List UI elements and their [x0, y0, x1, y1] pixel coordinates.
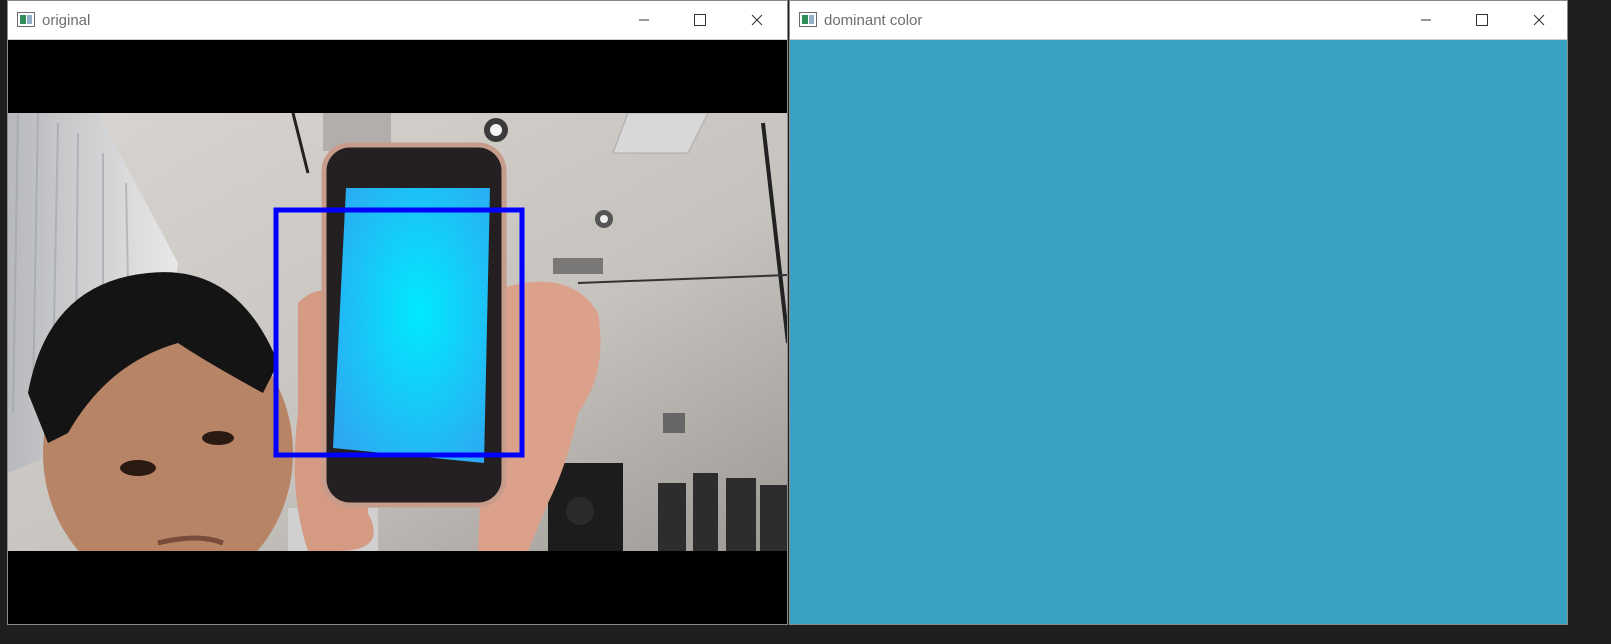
- window-dominant-color[interactable]: dominant color: [789, 0, 1568, 625]
- minimize-button[interactable]: [1398, 1, 1454, 39]
- close-button[interactable]: [729, 1, 785, 39]
- webcam-image: [8, 113, 787, 551]
- app-icon: [17, 12, 35, 27]
- close-icon: [751, 14, 763, 26]
- dominant-color-swatch: [790, 40, 1567, 624]
- app-icon: [799, 12, 817, 27]
- video-frame-area: [8, 40, 787, 624]
- webcam-frame: [8, 113, 787, 551]
- minimize-button[interactable]: [616, 1, 672, 39]
- close-icon: [1533, 14, 1545, 26]
- window-title: original: [42, 12, 91, 29]
- titlebar[interactable]: dominant color: [790, 1, 1567, 40]
- maximize-button[interactable]: [1454, 1, 1510, 39]
- maximize-icon: [694, 14, 706, 26]
- phone-screen: [333, 188, 490, 463]
- window-original[interactable]: original: [7, 0, 788, 625]
- minimize-icon: [1421, 19, 1431, 21]
- maximize-icon: [1476, 14, 1488, 26]
- close-button[interactable]: [1511, 1, 1567, 39]
- maximize-button[interactable]: [672, 1, 728, 39]
- window-title: dominant color: [824, 12, 923, 29]
- titlebar[interactable]: original: [8, 1, 787, 40]
- minimize-icon: [639, 19, 649, 21]
